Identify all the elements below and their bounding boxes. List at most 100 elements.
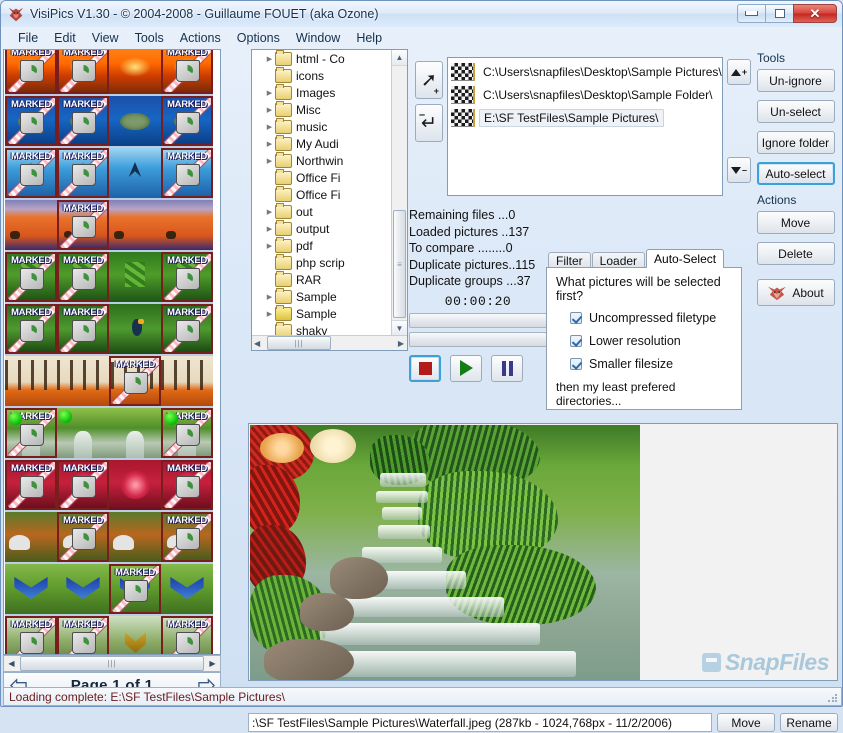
menu-window[interactable]: Window bbox=[288, 29, 348, 47]
selected-folders-list[interactable]: C:\Users\snapfiles\Desktop\Sample Pictur… bbox=[447, 57, 723, 196]
folder-path-row[interactable]: C:\Users\snapfiles\Desktop\Sample Folder… bbox=[448, 83, 722, 106]
duplicate-thumbnails-panel[interactable]: MARKEDMARKEDMARKEDMARKEDMARKEDMARKEDMARK… bbox=[3, 49, 221, 655]
thumbnail-cell[interactable]: MARKED bbox=[57, 460, 109, 510]
move-up-button[interactable]: + bbox=[727, 59, 751, 85]
thumbnail-cell[interactable]: MARKED bbox=[5, 252, 57, 302]
checkbox-smaller-filesize[interactable] bbox=[570, 358, 582, 370]
preview-move-button[interactable]: Move bbox=[717, 713, 775, 732]
thumbnail-cell[interactable]: MARKED bbox=[161, 460, 213, 510]
checkbox-uncompressed-filetype[interactable] bbox=[570, 312, 582, 324]
thumbnail-cell[interactable]: MARKED bbox=[161, 148, 213, 198]
ignore-folder-button[interactable]: Ignore folder bbox=[757, 131, 835, 154]
remove-folder-button[interactable]: ↵ – bbox=[415, 104, 443, 142]
tree-scroll-thumb[interactable]: ≡ bbox=[393, 210, 406, 318]
minimize-button[interactable] bbox=[737, 4, 765, 23]
thumbnail-cell[interactable] bbox=[109, 512, 161, 562]
tree-node[interactable]: ▶music bbox=[251, 118, 408, 135]
thumbnail-cell[interactable]: MARKED bbox=[57, 148, 109, 198]
thumbnail-cell[interactable]: MARKED bbox=[161, 49, 213, 94]
option-lower-resolution[interactable]: Lower resolution bbox=[570, 334, 732, 348]
menu-help[interactable]: Help bbox=[348, 29, 390, 47]
tab-auto-select[interactable]: Auto-Select bbox=[646, 249, 724, 268]
tree-node[interactable]: ▶Misc bbox=[251, 101, 408, 118]
about-button[interactable]: About bbox=[757, 279, 835, 306]
menu-file[interactable]: File bbox=[10, 29, 46, 47]
thumbnail-cell[interactable]: MARKED bbox=[109, 356, 161, 406]
add-folder-button[interactable]: ➚ + bbox=[415, 61, 443, 99]
thumbnail-cell[interactable] bbox=[57, 356, 109, 406]
pause-button[interactable] bbox=[491, 355, 523, 382]
menu-options[interactable]: Options bbox=[229, 29, 288, 47]
un-ignore-button[interactable]: Un-ignore bbox=[757, 69, 835, 92]
thumbnail-cell[interactable] bbox=[109, 96, 161, 146]
tab-loader[interactable]: Loader bbox=[592, 252, 645, 268]
move-button[interactable]: Move bbox=[757, 211, 835, 234]
thumbnail-cell[interactable] bbox=[161, 356, 213, 406]
thumbnail-cell[interactable]: MARKED bbox=[57, 512, 109, 562]
tree-node[interactable]: RAR bbox=[251, 271, 408, 288]
tree-scroll-down-icon[interactable]: ▼ bbox=[392, 320, 407, 336]
resize-gripper[interactable] bbox=[827, 692, 839, 704]
thumbnail-cell[interactable] bbox=[109, 616, 161, 655]
scroll-thumb[interactable]: ||| bbox=[20, 656, 204, 671]
thumbnail-cell[interactable]: MARKED bbox=[5, 49, 57, 94]
tree-horizontal-scrollbar[interactable]: ◀ ||| ▶ bbox=[252, 335, 407, 350]
tree-expand-icon[interactable]: ▶ bbox=[264, 135, 275, 152]
preview-rename-button[interactable]: Rename bbox=[780, 713, 838, 732]
tree-expand-icon[interactable]: ▶ bbox=[264, 152, 275, 169]
tree-expand-icon[interactable]: ▶ bbox=[264, 50, 275, 67]
thumbnail-cell[interactable]: MARKED bbox=[5, 148, 57, 198]
tree-node[interactable]: icons bbox=[251, 67, 408, 84]
thumbnail-cell[interactable]: MARKED bbox=[57, 49, 109, 94]
thumbnail-cell[interactable]: MARKED bbox=[57, 252, 109, 302]
close-button[interactable]: ✕ bbox=[793, 4, 837, 23]
stop-button[interactable] bbox=[409, 355, 441, 382]
tree-expand-icon[interactable]: ▶ bbox=[264, 288, 275, 305]
thumbnail-cell[interactable] bbox=[109, 304, 161, 354]
thumbnail-cell[interactable]: MARKED bbox=[161, 96, 213, 146]
auto-select-button[interactable]: Auto-select bbox=[757, 162, 835, 185]
scroll-right-icon[interactable]: ▶ bbox=[205, 656, 220, 671]
folder-path-row[interactable]: E:\SF TestFiles\Sample Pictures\ bbox=[448, 106, 722, 129]
thumbnail-cell[interactable]: MARKED bbox=[5, 616, 57, 655]
tree-expand-icon[interactable]: ▶ bbox=[264, 101, 275, 118]
thumbnail-cell[interactable]: MARKED bbox=[161, 616, 213, 655]
tree-expand-icon[interactable]: ▶ bbox=[264, 203, 275, 220]
tree-vertical-scrollbar[interactable]: ▲ ≡ ▼ bbox=[391, 50, 407, 336]
thumbnail-cell[interactable]: MARKED bbox=[161, 304, 213, 354]
tree-node[interactable]: ▶html - Co bbox=[251, 50, 408, 67]
tree-node[interactable]: Office Fi bbox=[251, 186, 408, 203]
thumbnail-cell[interactable] bbox=[109, 460, 161, 510]
tree-node[interactable]: ▶Northwin bbox=[251, 152, 408, 169]
tree-expand-icon[interactable]: ▶ bbox=[264, 305, 275, 322]
thumbnail-cell[interactable]: MARKED bbox=[57, 616, 109, 655]
preview-panel[interactable]: SnapFiles bbox=[248, 423, 838, 681]
tree-node[interactable]: ▶out bbox=[251, 203, 408, 220]
thumbnail-cell[interactable]: MARKED bbox=[57, 96, 109, 146]
maximize-button[interactable] bbox=[765, 4, 793, 23]
menu-view[interactable]: View bbox=[84, 29, 127, 47]
thumbnail-cell[interactable] bbox=[57, 564, 109, 614]
tree-node[interactable]: ▶pdf bbox=[251, 237, 408, 254]
tree-scroll-up-icon[interactable]: ▲ bbox=[392, 50, 407, 66]
thumbnail-cell[interactable]: MARKED bbox=[109, 564, 161, 614]
thumbnail-cell[interactable] bbox=[5, 356, 57, 406]
menu-edit[interactable]: Edit bbox=[46, 29, 84, 47]
thumbnail-cell[interactable]: MARKED bbox=[5, 408, 57, 458]
thumbnail-cell[interactable] bbox=[161, 564, 213, 614]
tree-expand-icon[interactable]: ▶ bbox=[264, 84, 275, 101]
thumbnail-cell[interactable] bbox=[161, 200, 213, 250]
tree-node[interactable]: ▶Sample bbox=[251, 288, 408, 305]
thumbnail-cell[interactable]: MARKED bbox=[5, 460, 57, 510]
folder-path-row[interactable]: C:\Users\snapfiles\Desktop\Sample Pictur… bbox=[448, 60, 722, 83]
tree-node[interactable]: ▶Images bbox=[251, 84, 408, 101]
thumbnail-cell[interactable]: MARKED bbox=[161, 408, 213, 458]
tree-scroll-right-icon[interactable]: ▶ bbox=[398, 339, 404, 348]
thumbnail-cell[interactable]: MARKED bbox=[5, 304, 57, 354]
option-uncompressed-filetype[interactable]: Uncompressed filetype bbox=[570, 311, 732, 325]
menu-actions[interactable]: Actions bbox=[172, 29, 229, 47]
tree-expand-icon[interactable]: ▶ bbox=[264, 237, 275, 254]
thumbnail-cell[interactable] bbox=[109, 408, 161, 458]
tree-hscroll-thumb[interactable]: ||| bbox=[267, 336, 331, 350]
thumbnail-cell[interactable] bbox=[5, 564, 57, 614]
